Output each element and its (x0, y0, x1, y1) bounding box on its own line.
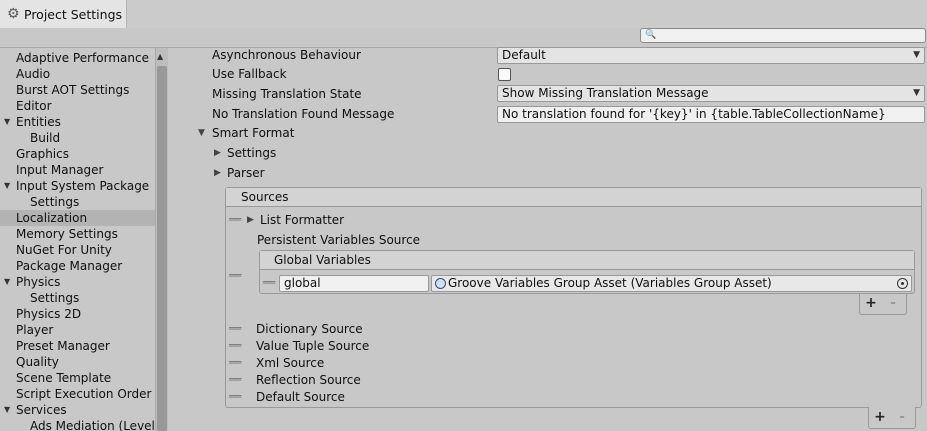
sources-header: Sources (226, 188, 921, 207)
sidebar-item-burst[interactable]: Burst AOT Settings (0, 82, 155, 98)
scroll-thumb[interactable] (157, 66, 167, 431)
object-picker-icon[interactable] (897, 278, 908, 289)
use-fallback-checkbox[interactable] (498, 68, 511, 81)
sources-list: Sources ══ ▶ List Formatter Persistent V… (225, 187, 922, 408)
asset-icon (435, 278, 446, 289)
source-item: Xml Source (256, 356, 325, 370)
drag-handle-icon[interactable]: ══ (229, 372, 241, 388)
sidebar-item-physics-settings[interactable]: Settings (0, 290, 155, 306)
drag-handle-icon[interactable]: ══ (229, 212, 241, 228)
no-translation-message-label: No Translation Found Message (212, 107, 395, 121)
remove-source-button[interactable]: - (894, 409, 910, 425)
sidebar-item-nuget[interactable]: NuGet For Unity (0, 242, 155, 258)
persistent-variables-label: Persistent Variables Source (257, 233, 421, 247)
chevron-right-icon[interactable]: ▶ (214, 165, 221, 181)
sidebar-item-scene-template[interactable]: Scene Template (0, 370, 155, 386)
chevron-down-icon[interactable]: ▼ (4, 114, 10, 130)
source-item: Reflection Source (256, 373, 361, 387)
sidebar-item-entities[interactable]: ▼ Entities (0, 114, 155, 130)
source-item: Dictionary Source (256, 322, 363, 336)
sidebar-item-package-manager[interactable]: Package Manager (0, 258, 155, 274)
async-behaviour-label: Asynchronous Behaviour (212, 48, 361, 62)
settings-foldout[interactable]: Settings (227, 145, 276, 161)
sidebar-item-build[interactable]: Build (0, 130, 155, 146)
gear-icon: ⚙ (7, 6, 20, 22)
scroll-up-icon[interactable]: ▲ (157, 52, 163, 62)
sidebar-item-audio[interactable]: Audio (0, 66, 155, 82)
chevron-down-icon[interactable]: ▼ (4, 402, 10, 418)
sources-footer: + - (868, 407, 916, 429)
drag-handle-icon[interactable]: ══ (229, 321, 241, 337)
global-variables-list: Global Variables ══ global Groove Variab… (259, 250, 915, 294)
chevron-down-icon: ▼ (913, 88, 920, 98)
sidebar-item-adaptive-performance[interactable]: Adaptive Performance (0, 50, 155, 66)
sidebar-item-input-system[interactable]: ▼ Input System Package (0, 178, 155, 194)
sidebar-item-player[interactable]: Player (0, 322, 155, 338)
sidebar: Adaptive Performance Audio Burst AOT Set… (0, 48, 155, 431)
window-title: Project Settings (24, 7, 123, 22)
global-variables-footer: + - (859, 294, 907, 315)
chevron-down-icon[interactable]: ▼ (4, 274, 10, 290)
missing-translation-state-label: Missing Translation State (212, 87, 362, 101)
global-key-field[interactable]: global (279, 275, 429, 292)
use-fallback-label: Use Fallback (212, 67, 287, 81)
remove-global-variable-button[interactable]: - (885, 295, 901, 311)
sidebar-item-input-settings[interactable]: Settings (0, 194, 155, 210)
window-tab[interactable]: ⚙ Project Settings (0, 0, 127, 29)
global-variables-header: Global Variables (260, 251, 914, 270)
sidebar-item-quality[interactable]: Quality (0, 354, 155, 370)
drag-handle-icon[interactable]: ══ (229, 389, 241, 405)
title-bar (0, 0, 927, 28)
sidebar-item-physics-2d[interactable]: Physics 2D (0, 306, 155, 322)
sidebar-item-ads-mediation[interactable]: Ads Mediation (LevelP (0, 418, 155, 431)
sidebar-item-script-execution[interactable]: Script Execution Order (0, 386, 155, 402)
drag-handle-icon[interactable]: ══ (263, 275, 275, 291)
list-formatter-foldout[interactable]: List Formatter (260, 212, 344, 228)
source-item: Default Source (256, 390, 345, 404)
sidebar-item-physics[interactable]: ▼ Physics (0, 274, 155, 290)
sidebar-item-memory[interactable]: Memory Settings (0, 226, 155, 242)
async-behaviour-dropdown[interactable]: Default ▼ (497, 47, 925, 64)
chevron-down-icon[interactable]: ▼ (198, 125, 205, 141)
drag-handle-icon[interactable]: ══ (229, 355, 241, 371)
drag-handle-icon[interactable]: ══ (229, 268, 241, 284)
sidebar-item-graphics[interactable]: Graphics (0, 146, 155, 162)
sidebar-item-services[interactable]: ▼ Services (0, 402, 155, 418)
sidebar-scrollbar[interactable]: ▲ (155, 48, 168, 431)
localization-settings-panel: Asynchronous Behaviour Default ▼ Use Fall… (168, 47, 927, 431)
drag-handle-icon[interactable]: ══ (229, 338, 241, 354)
no-translation-message-field[interactable]: No translation found for '{key}' in {tab… (497, 106, 925, 123)
chevron-down-icon[interactable]: ▼ (4, 178, 10, 194)
chevron-right-icon[interactable]: ▶ (247, 212, 254, 228)
source-item: Value Tuple Source (256, 339, 370, 353)
search-input[interactable]: 🔍 (640, 28, 926, 43)
sidebar-item-localization[interactable]: Localization (0, 210, 155, 226)
smart-format-foldout[interactable]: Smart Format (212, 125, 294, 141)
chevron-right-icon[interactable]: ▶ (214, 145, 221, 161)
add-source-button[interactable]: + (872, 409, 888, 425)
add-global-variable-button[interactable]: + (863, 295, 879, 311)
parser-foldout[interactable]: Parser (227, 165, 265, 181)
chevron-down-icon: ▼ (913, 50, 920, 60)
missing-translation-state-dropdown[interactable]: Show Missing Translation Message ▼ (497, 85, 925, 102)
search-icon: 🔍 (645, 30, 657, 40)
global-value-object-field[interactable]: Groove Variables Group Asset (Variables … (431, 275, 912, 292)
sidebar-item-input-manager[interactable]: Input Manager (0, 162, 155, 178)
sidebar-item-preset-manager[interactable]: Preset Manager (0, 338, 155, 354)
sidebar-item-editor[interactable]: Editor (0, 98, 155, 114)
